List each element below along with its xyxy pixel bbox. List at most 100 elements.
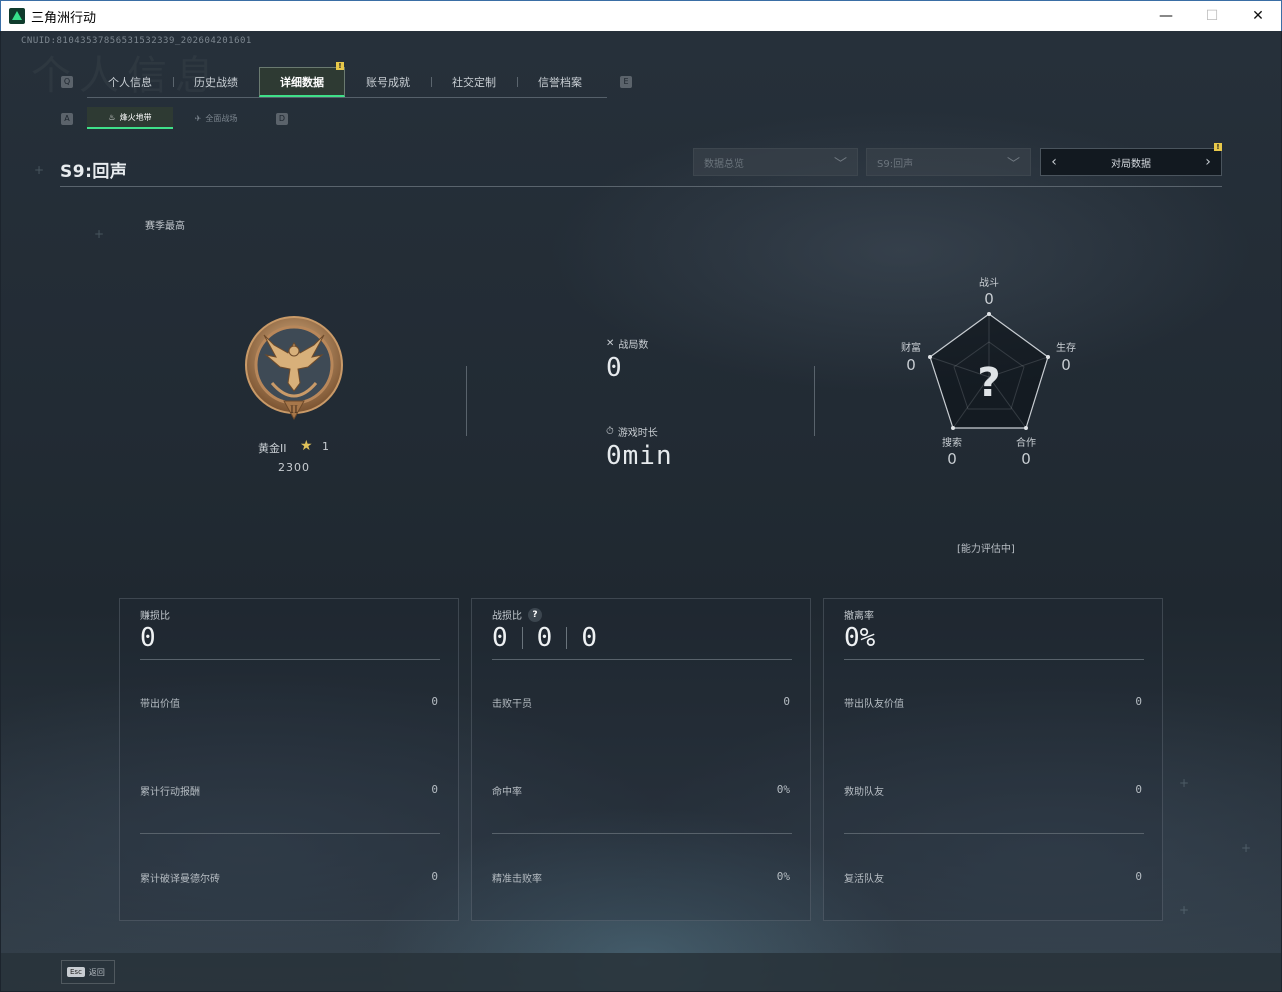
tab-reputation[interactable]: 信誉档案 — [517, 67, 603, 97]
radar-value-search: 0 — [947, 450, 957, 468]
game-screen: 个人信息 CNUID:8104353785653153233​9_2026042… — [1, 31, 1281, 991]
panel-title-text: 赚损比 — [140, 611, 170, 622]
tab-label: 信誉档案 — [538, 76, 582, 89]
help-icon[interactable]: ? — [528, 607, 542, 622]
stat-row-label: 累计破译曼德尔砖 — [140, 874, 220, 885]
chevron-down-icon: ﹀ — [1006, 156, 1020, 172]
tab-label: 个人信息 — [108, 76, 152, 89]
subtab-label: 烽火地带 — [119, 112, 152, 122]
window-controls: — ☐ ✕ — [1143, 1, 1281, 32]
overview-dropdown[interactable]: 数据总览 ﹀ — [693, 148, 858, 176]
profit-loss-panel: 赚损比 0 带出价值 0 累计行动报酬 0 累计破译曼德尔砖 0 — [119, 598, 459, 921]
esc-key-icon: Esc — [67, 967, 85, 977]
decorative-crosshair: + — [1179, 776, 1190, 790]
stat-row-label: 累计行动报酬 — [140, 787, 200, 798]
maximize-button[interactable]: ☐ — [1189, 1, 1235, 32]
subtab-prev-key-hint: A — [61, 113, 73, 125]
value-separator — [566, 627, 568, 649]
panel-divider — [844, 659, 1144, 660]
decorative-crosshair: + — [1241, 841, 1252, 855]
radar-axis-wealth: 财富 — [901, 343, 921, 354]
playtime-label-text: 游戏时长 — [617, 428, 658, 439]
main-tab-bar: 个人信息 历史战绩 详细数据 ! 账号成就 社交定制 信誉档案 — [87, 62, 607, 98]
chevron-left-icon[interactable]: ‹ — [1047, 154, 1061, 170]
star-icon: ★ — [300, 438, 313, 454]
minimize-button[interactable]: — — [1143, 1, 1189, 32]
stat-row-value: 0 — [431, 783, 438, 796]
window-title: 三角洲行动 — [31, 10, 97, 26]
decorative-crosshair: + — [94, 227, 105, 241]
panel-divider — [140, 833, 440, 834]
panel-title-text: 撤离率 — [844, 611, 874, 622]
pager-label: 对局数据 — [1111, 158, 1151, 170]
matches-label: ✕ 战局数 — [606, 336, 648, 351]
subtab-battlefield[interactable]: ✈ 全面战场 — [173, 107, 259, 129]
radar-value-survival: 0 — [1061, 356, 1071, 374]
tab-label: 账号成就 — [366, 76, 410, 89]
radar-axis-survival: 生存 — [1056, 343, 1076, 354]
tab-history[interactable]: 历史战绩 — [173, 67, 259, 97]
back-button[interactable]: Esc 返回 — [61, 960, 115, 984]
user-uid: CNUID:8104353785653153233​9_2026042016​0… — [21, 36, 252, 46]
panel-value: 0% — [844, 623, 876, 653]
close-button[interactable]: ✕ — [1235, 1, 1281, 32]
window-titlebar: 三角洲行动 — ☐ ✕ — [0, 0, 1282, 31]
stat-row-label: 命中率 — [492, 787, 522, 798]
app-logo-icon — [9, 8, 25, 24]
panel-main-value: 0 0 0 — [492, 623, 597, 653]
matches-value: 0 — [606, 353, 623, 383]
subtab-hazard-zone[interactable]: ♨ 烽火地带 — [87, 107, 173, 129]
matches-label-text: 战局数 — [618, 340, 649, 351]
panel-value: 0 — [581, 623, 597, 653]
stat-row-value: 0 — [1135, 870, 1142, 883]
radar-value-combat: 0 — [984, 290, 994, 308]
panel-divider — [492, 659, 792, 660]
season-best-label: 赛季最高 — [145, 221, 185, 232]
stat-row-value: 0 — [1135, 695, 1142, 708]
playtime-label: ⏱ 游戏时长 — [606, 424, 658, 439]
panel-main-value: 0 — [140, 623, 156, 653]
tab-label: 历史战绩 — [194, 76, 238, 89]
panel-title: 赚损比 — [140, 607, 170, 622]
panel-title: 战损比 ? — [492, 607, 542, 622]
season-title: S9:回声 — [60, 162, 128, 182]
tab-social[interactable]: 社交定制 — [431, 67, 517, 97]
header-divider — [60, 186, 1222, 187]
stat-row-value: 0 — [431, 870, 438, 883]
tab-label: 社交定制 — [452, 76, 496, 89]
stat-row-value: 0% — [776, 783, 790, 796]
chevron-right-icon[interactable]: › — [1201, 154, 1215, 170]
notification-badge: ! — [1214, 143, 1222, 151]
radar-axis-search: 搜索 — [942, 438, 962, 449]
tab-achievements[interactable]: 账号成就 — [345, 67, 431, 97]
rank-medal-icon: II — [245, 316, 343, 421]
tab-detailed-data[interactable]: 详细数据 ! — [259, 62, 345, 97]
stat-row-label: 复活队友 — [844, 874, 884, 885]
stat-row-label: 带出队友价值 — [844, 699, 904, 710]
season-dropdown[interactable]: S9:回声 ﹀ — [866, 148, 1031, 176]
panel-value: 0 — [536, 623, 553, 653]
dropdown-value: S9:回声 — [877, 158, 914, 170]
sub-tab-bar: ♨ 烽火地带 ✈ 全面战场 — [87, 107, 259, 129]
panel-title: 撤离率 — [844, 607, 874, 622]
footer-bar: Esc 返回 — [1, 953, 1281, 991]
value-separator — [521, 627, 523, 649]
dropdown-value: 数据总览 — [704, 158, 744, 170]
tab-prev-key-hint: Q — [61, 76, 73, 88]
panel-divider — [844, 833, 1144, 834]
rank-tier-numeral: II — [290, 405, 298, 416]
panel-value: 0 — [492, 623, 508, 653]
panel-divider — [140, 659, 440, 660]
panel-title-text: 战损比 — [492, 611, 522, 622]
stat-row-label: 击败干员 — [492, 699, 532, 710]
section-divider — [814, 366, 815, 436]
beacon-icon: ♨ — [108, 112, 116, 122]
tab-personal-info[interactable]: 个人信息 — [87, 67, 173, 97]
chevron-down-icon: ﹀ — [833, 156, 847, 172]
back-label: 返回 — [88, 967, 105, 977]
radar-axis-combat: 战斗 — [979, 278, 999, 289]
radar-value-teamwork: 0 — [1021, 450, 1031, 468]
tab-next-key-hint: E — [620, 76, 632, 88]
stat-row-value: 0 — [1135, 783, 1142, 796]
ability-assessment-status: [能力评估中] — [957, 544, 1015, 555]
